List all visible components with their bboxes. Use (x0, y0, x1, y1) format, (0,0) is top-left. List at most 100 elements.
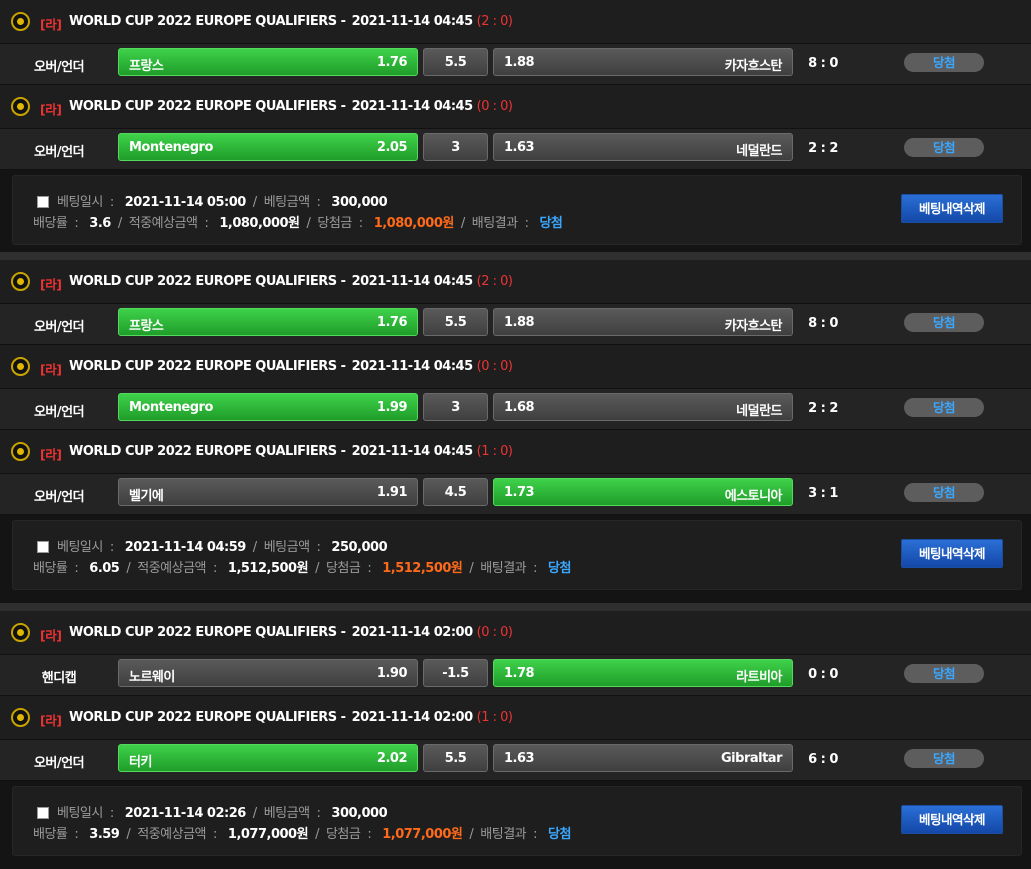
soccer-ball-icon (11, 357, 30, 376)
colon: : (524, 216, 529, 231)
handicap-line-button[interactable]: 3 (423, 393, 488, 421)
bet-type: 오버/언더 (33, 405, 85, 420)
home-team-name: 프랑스 (129, 319, 164, 334)
home-odds-button[interactable]: 프랑스 1.76 (118, 48, 418, 76)
bet-amount-label: 베팅금액 (263, 806, 310, 821)
league-title: WORLD CUP 2022 EUROPE QUALIFIERS - 2021-1… (69, 444, 513, 459)
summary-line-1: 베팅일시:2021-11-14 02:26/베팅금액:300,000 (57, 802, 388, 821)
handicap-line-button[interactable]: 3 (423, 133, 488, 161)
home-odds-button[interactable]: 벨기에 1.91 (118, 478, 418, 506)
away-odds-button[interactable]: 1.68 네덜란드 (493, 393, 793, 421)
away-odds-value: 1.88 (504, 55, 535, 70)
match-header: [라] WORLD CUP 2022 EUROPE QUALIFIERS - 202… (0, 696, 1031, 740)
match-row: 오버/언더 Montenegro 2.05 3 1.63 네덜란드 2 : 2 당첨 (0, 129, 1031, 170)
home-odds-button[interactable]: 노르웨이 1.90 (118, 659, 418, 687)
home-odds-button[interactable]: 터키 2.02 (118, 744, 418, 772)
away-odds-button[interactable]: 1.63 Gibraltar (493, 744, 793, 772)
bet-time-value: 2021-11-14 05:00 (124, 195, 247, 210)
win-amount-value: 1,080,000원 (373, 216, 455, 231)
handicap-line-value: 5.5 (444, 55, 467, 70)
soccer-ball-icon (11, 708, 30, 727)
home-odds-button[interactable]: Montenegro 1.99 (118, 393, 418, 421)
expected-value: 1,512,500원 (227, 561, 309, 576)
match-header: [라] WORLD CUP 2022 EUROPE QUALIFIERS - 202… (0, 85, 1031, 129)
separator: / (315, 561, 319, 576)
handicap-line-button[interactable]: 4.5 (423, 478, 488, 506)
separator: / (252, 195, 257, 210)
bet-amount-label: 베팅금액 (263, 195, 310, 210)
odds-label: 배당률 (33, 216, 68, 231)
result-badge: 당첨 (904, 398, 984, 417)
win-amount-label: 당첨금 (325, 561, 361, 576)
delete-bet-button[interactable]: 베팅내역삭제 (901, 194, 1003, 223)
bet-summary: 베팅일시:2021-11-14 05:00/베팅금액:300,000 배당률:3.… (12, 175, 1022, 245)
bet-type: 오버/언더 (33, 60, 85, 75)
result-value: 당첨 (548, 561, 571, 576)
league-name: WORLD CUP 2022 EUROPE QUALIFIERS - (69, 359, 346, 374)
home-team-name: 노르웨이 (129, 670, 175, 685)
handicap-line-button[interactable]: 5.5 (423, 48, 488, 76)
colon: : (358, 216, 363, 231)
away-team-name: 카자흐스탄 (724, 59, 783, 74)
handicap-line-button[interactable]: 5.5 (423, 308, 488, 336)
home-odds-value: 1.99 (376, 400, 408, 415)
select-checkbox[interactable] (37, 807, 49, 819)
odds-value: 3.6 (89, 216, 111, 231)
colon: : (533, 827, 538, 842)
half-time-score: (1 : 0) (476, 710, 513, 725)
away-odds-value: 1.63 (504, 140, 535, 155)
away-odds-button[interactable]: 1.88 카자흐스탄 (493, 48, 793, 76)
match-header: [라] WORLD CUP 2022 EUROPE QUALIFIERS - 202… (0, 0, 1031, 44)
away-odds-value: 1.88 (504, 315, 535, 330)
summary-line-2: 배당률:3.59/적중예상금액:1,077,000원 / 당첨금:1,077,000… (33, 823, 571, 842)
bet-type: 오버/언더 (33, 756, 85, 771)
away-odds-button[interactable]: 1.63 네덜란드 (493, 133, 793, 161)
odds-label: 배당률 (33, 561, 68, 576)
away-odds-button[interactable]: 1.88 카자흐스탄 (493, 308, 793, 336)
match-row: 오버/언더 Montenegro 1.99 3 1.68 네덜란드 2 : 2 당첨 (0, 389, 1031, 430)
colon: : (367, 827, 372, 842)
home-odds-value: 1.90 (376, 666, 408, 681)
bet-type: 오버/언더 (33, 145, 85, 160)
match-header: [라] WORLD CUP 2022 EUROPE QUALIFIERS - 202… (0, 611, 1031, 655)
win-amount-label: 당첨금 (325, 827, 361, 842)
bet-amount-value: 250,000 (331, 540, 388, 555)
select-checkbox[interactable] (37, 541, 49, 553)
handicap-line-value: 3 (451, 400, 460, 415)
result-badge: 당첨 (904, 483, 984, 502)
home-odds-value: 1.76 (376, 315, 408, 330)
separator: / (306, 216, 311, 231)
summary-line-2: 배당률:6.05/적중예상금액:1,512,500원 / 당첨금:1,512,500… (33, 557, 571, 576)
result-badge: 당첨 (904, 313, 984, 332)
summary-line-2: 배당률:3.6/적중예상금액:1,080,000원 / 당첨금:1,080,000원… (33, 212, 563, 231)
bet-type: 핸디캡 (41, 671, 77, 686)
handicap-line-button[interactable]: -1.5 (423, 659, 488, 687)
result-badge: 당첨 (904, 138, 984, 157)
expected-label: 적중예상금액 (137, 827, 207, 842)
away-odds-button[interactable]: 1.73 에스토니아 (493, 478, 793, 506)
delete-bet-button[interactable]: 베팅내역삭제 (901, 805, 1003, 834)
slip-divider (0, 603, 1031, 611)
handicap-line-button[interactable]: 5.5 (423, 744, 488, 772)
select-checkbox[interactable] (37, 196, 49, 208)
home-odds-button[interactable]: 프랑스 1.76 (118, 308, 418, 336)
half-time-score: (0 : 0) (476, 625, 513, 640)
away-odds-button[interactable]: 1.78 라트비아 (493, 659, 793, 687)
match-tag: [라] (40, 277, 62, 292)
expected-label: 적중예상금액 (128, 216, 198, 231)
handicap-line-value: 5.5 (444, 315, 467, 330)
separator: / (315, 827, 319, 842)
home-odds-button[interactable]: Montenegro 2.05 (118, 133, 418, 161)
half-time-score: (0 : 0) (476, 359, 513, 374)
league-title: WORLD CUP 2022 EUROPE QUALIFIERS - 2021-1… (69, 359, 513, 374)
match-tag: [라] (40, 713, 62, 728)
match-header: [라] WORLD CUP 2022 EUROPE QUALIFIERS - 202… (0, 260, 1031, 304)
home-team-name: 프랑스 (129, 59, 164, 74)
league-name: WORLD CUP 2022 EUROPE QUALIFIERS - (69, 274, 346, 289)
delete-bet-button[interactable]: 베팅내역삭제 (901, 539, 1003, 568)
match-row: 오버/언더 터키 2.02 5.5 1.63 Gibraltar 6 : 0 당첨 (0, 740, 1031, 781)
win-amount-value: 1,077,000원 (382, 827, 463, 842)
league-title: WORLD CUP 2022 EUROPE QUALIFIERS - 2021-1… (69, 274, 513, 289)
final-score: 2 : 2 (808, 141, 838, 156)
handicap-line-value: 5.5 (444, 751, 467, 766)
